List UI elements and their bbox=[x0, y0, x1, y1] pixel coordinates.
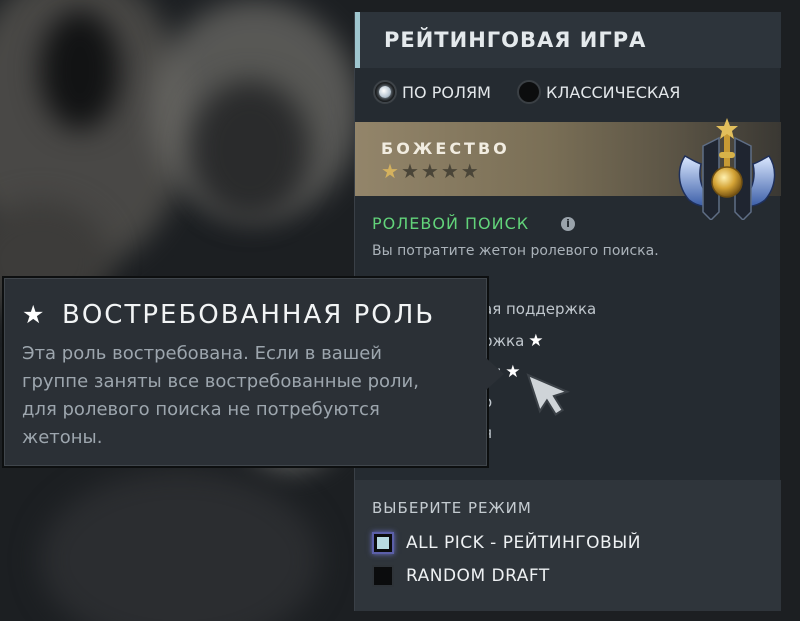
tooltip-line: жетоны. bbox=[22, 427, 103, 448]
rank-name: БОЖЕСТВО bbox=[381, 139, 510, 158]
rank-star-icon: ★ bbox=[381, 159, 399, 183]
panel-title: РЕЙТИНГОВАЯ ИГРА bbox=[384, 28, 647, 52]
tooltip-pointer bbox=[486, 358, 504, 390]
mode-checkbox-random-draft[interactable]: RANDOM DRAFT bbox=[372, 563, 550, 589]
choose-mode-label: ВЫБЕРИТЕ РЕЖИМ bbox=[372, 499, 532, 517]
role-search-title: РОЛЕВОЙ ПОИСК bbox=[372, 214, 530, 233]
rank-star-icon: ★ bbox=[400, 159, 419, 183]
divine-rank-medal-icon bbox=[678, 118, 776, 220]
info-icon[interactable]: i bbox=[561, 217, 575, 231]
mode-label-classic: КЛАССИЧЕСКАЯ bbox=[546, 82, 681, 102]
rank-star-icon: ★ bbox=[460, 159, 479, 183]
mode-option-by-roles[interactable]: ПО РОЛЯМ bbox=[373, 78, 491, 106]
radio-button-selected[interactable] bbox=[373, 80, 397, 104]
in-demand-star-icon: ★ bbox=[505, 362, 521, 382]
rank-stars: ★ ★ ★ ★ ★ bbox=[381, 161, 479, 181]
radio-button[interactable] bbox=[517, 80, 541, 104]
rank-star-icon: ★ bbox=[440, 159, 459, 183]
role-item[interactable]: ая поддержка bbox=[483, 300, 596, 318]
star-icon: ★ bbox=[22, 300, 45, 329]
mode-label-random-draft: RANDOM DRAFT bbox=[406, 566, 550, 586]
checkbox-checked[interactable] bbox=[372, 532, 394, 554]
tooltip-title: ВОСТРЕБОВАННАЯ РОЛЬ bbox=[62, 300, 436, 330]
tooltip-line: для ролевого поиска не потребуются bbox=[22, 399, 380, 420]
role-item[interactable]: ржка ★ bbox=[483, 331, 544, 351]
panel-header: РЕЙТИНГОВАЯ ИГРА bbox=[355, 12, 781, 68]
rank-star-icon: ★ bbox=[420, 159, 439, 183]
mouse-cursor-icon bbox=[526, 373, 571, 416]
mode-label-all-pick: ALL PICK - РЕЙТИНГОВЫЙ bbox=[406, 533, 641, 553]
mode-label-by-roles: ПО РОЛЯМ bbox=[402, 82, 491, 102]
tooltip-body: Эта роль востребована. Если в вашей груп… bbox=[22, 340, 462, 452]
tooltip-line: Эта роль востребована. Если в вашей bbox=[22, 343, 382, 364]
in-demand-star-icon: ★ bbox=[528, 331, 544, 351]
tooltip-line: группе заняты все востребованные роли, bbox=[22, 371, 419, 392]
checkbox[interactable] bbox=[372, 565, 394, 587]
role-search-description: Вы потратите жетон ролевого поиска. bbox=[372, 243, 659, 259]
mode-option-classic[interactable]: КЛАССИЧЕСКАЯ bbox=[517, 78, 680, 106]
matchmaking-mode-selector: ПО РОЛЯМ КЛАССИЧЕСКАЯ bbox=[373, 78, 773, 106]
mode-checkbox-all-pick[interactable]: ALL PICK - РЕЙТИНГОВЫЙ bbox=[372, 530, 641, 556]
